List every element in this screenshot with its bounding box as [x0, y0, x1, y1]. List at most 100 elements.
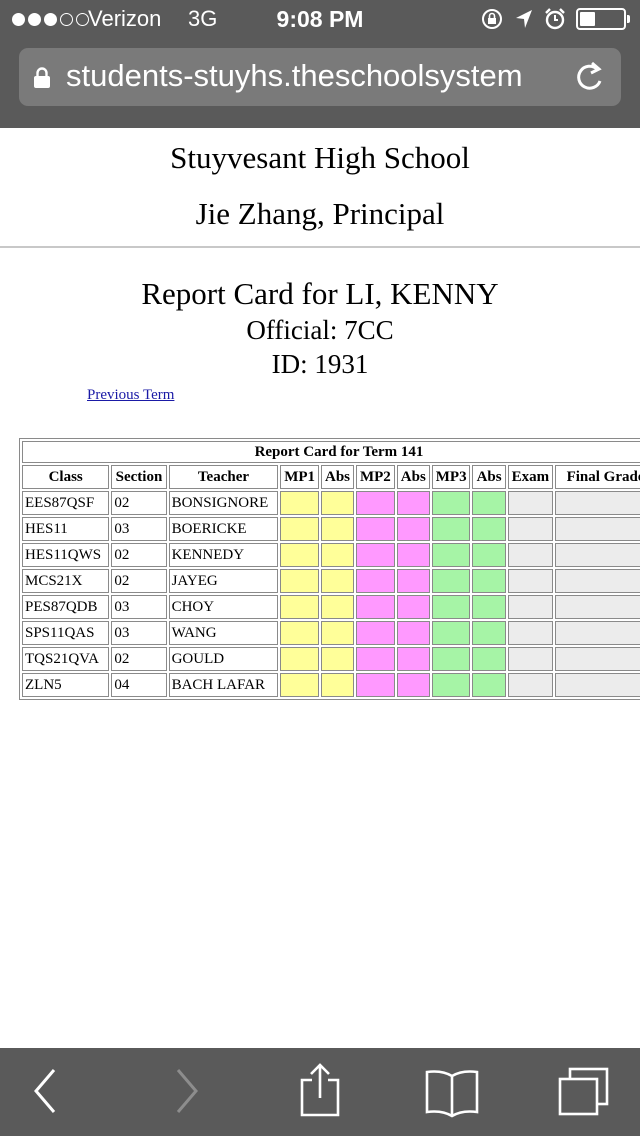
- cell-exam: [507, 491, 554, 515]
- cell-teacher: BONSIGNORE: [168, 491, 279, 515]
- reload-icon[interactable]: [575, 60, 607, 94]
- cell-mp2: [356, 543, 395, 567]
- cell-abs3: [472, 647, 506, 671]
- table-caption: Report Card for Term 141: [22, 441, 640, 463]
- cell-abs1: [320, 569, 355, 593]
- table-row: TQS21QVA 02 GOULD: [22, 647, 640, 671]
- cell-abs1: [320, 491, 355, 515]
- cell-abs2: [396, 595, 430, 619]
- header-mp2: MP2: [356, 465, 395, 489]
- divider: [0, 246, 640, 248]
- cell-mp3: [431, 491, 471, 515]
- cell-class: EES87QSF: [22, 491, 110, 515]
- header-final-grade: Final Grade: [555, 465, 640, 489]
- cell-exam: [507, 543, 554, 567]
- report-card-table: Report Card for Term 141 Class Section T…: [19, 438, 640, 700]
- header-abs3: Abs: [472, 465, 506, 489]
- table-header-row: Class Section Teacher MP1 Abs MP2 Abs MP…: [22, 465, 640, 489]
- cell-mp2: [356, 569, 395, 593]
- report-title: Report Card for LI, KENNY: [141, 276, 499, 311]
- cell-teacher: JAYEG: [168, 569, 279, 593]
- browser-toolbar: [0, 1048, 640, 1136]
- bookmarks-icon[interactable]: [424, 1068, 480, 1118]
- table-caption-row: Report Card for Term 141: [22, 441, 640, 463]
- cell-teacher: GOULD: [168, 647, 279, 671]
- cell-section: 03: [111, 621, 167, 645]
- cell-exam: [507, 621, 554, 645]
- back-icon[interactable]: [30, 1066, 60, 1116]
- cell-abs3: [472, 543, 506, 567]
- previous-term-link[interactable]: Previous Term: [87, 387, 174, 404]
- cell-mp3: [431, 673, 471, 697]
- cell-abs3: [472, 517, 506, 541]
- principal-name: Jie Zhang, Principal: [195, 196, 445, 231]
- school-name: Stuyvesant High School: [170, 140, 470, 175]
- cell-abs1: [320, 647, 355, 671]
- location-icon: [516, 10, 532, 28]
- cell-mp1: [280, 517, 319, 541]
- cell-teacher: KENNEDY: [168, 543, 279, 567]
- cell-final-grade: [555, 543, 640, 567]
- cell-mp3: [431, 543, 471, 567]
- status-icons: [480, 7, 630, 31]
- cell-teacher: WANG: [168, 621, 279, 645]
- cell-final-grade: [555, 517, 640, 541]
- cell-mp2: [356, 673, 395, 697]
- url-text[interactable]: students-stuyhs.theschoolsystem: [66, 58, 566, 94]
- cell-teacher: BOERICKE: [168, 517, 279, 541]
- cell-exam: [507, 517, 554, 541]
- cell-abs1: [320, 543, 355, 567]
- official-class: Official: 7CC: [246, 315, 394, 345]
- battery-icon: [576, 8, 630, 30]
- alarm-icon: [545, 8, 565, 30]
- cell-section: 03: [111, 595, 167, 619]
- cell-final-grade: [555, 673, 640, 697]
- share-icon[interactable]: [298, 1062, 342, 1118]
- cell-abs1: [320, 673, 355, 697]
- cell-section: 02: [111, 647, 167, 671]
- header-exam: Exam: [507, 465, 554, 489]
- header-abs1: Abs: [320, 465, 355, 489]
- cell-final-grade: [555, 595, 640, 619]
- url-bar[interactable]: students-stuyhs.theschoolsystem: [19, 48, 621, 106]
- cell-final-grade: [555, 621, 640, 645]
- cell-exam: [507, 673, 554, 697]
- cell-class: HES11: [22, 517, 110, 541]
- cell-mp1: [280, 673, 319, 697]
- cell-abs3: [472, 673, 506, 697]
- rotation-lock-icon: [482, 9, 502, 29]
- cell-mp2: [356, 621, 395, 645]
- cell-exam: [507, 647, 554, 671]
- cell-abs2: [396, 647, 430, 671]
- cell-abs2: [396, 517, 430, 541]
- cell-abs1: [320, 621, 355, 645]
- table-row: PES87QDB 03 CHOY: [22, 595, 640, 619]
- cell-class: HES11QWS: [22, 543, 110, 567]
- cell-class: MCS21X: [22, 569, 110, 593]
- cell-abs2: [396, 569, 430, 593]
- header-section: Section: [111, 465, 167, 489]
- table-row: MCS21X 02 JAYEG: [22, 569, 640, 593]
- header-mp1: MP1: [280, 465, 319, 489]
- cell-class: PES87QDB: [22, 595, 110, 619]
- forward-icon[interactable]: [172, 1066, 202, 1116]
- cell-abs2: [396, 543, 430, 567]
- cell-mp1: [280, 569, 319, 593]
- tabs-icon[interactable]: [556, 1066, 612, 1118]
- cell-class: TQS21QVA: [22, 647, 110, 671]
- cell-mp3: [431, 621, 471, 645]
- cell-section: 02: [111, 569, 167, 593]
- report-card-table-wrapper: Report Card for Term 141 Class Section T…: [19, 438, 640, 700]
- header-mp3: MP3: [431, 465, 471, 489]
- cell-abs2: [396, 621, 430, 645]
- cell-section: 03: [111, 517, 167, 541]
- cell-mp1: [280, 621, 319, 645]
- student-id: ID: 1931: [271, 349, 369, 379]
- header-abs2: Abs: [396, 465, 430, 489]
- cell-section: 02: [111, 491, 167, 515]
- header-class: Class: [22, 465, 110, 489]
- cell-mp2: [356, 647, 395, 671]
- cell-mp3: [431, 569, 471, 593]
- table-row: HES11QWS 02 KENNEDY: [22, 543, 640, 567]
- cell-teacher: BACH LAFAR: [168, 673, 279, 697]
